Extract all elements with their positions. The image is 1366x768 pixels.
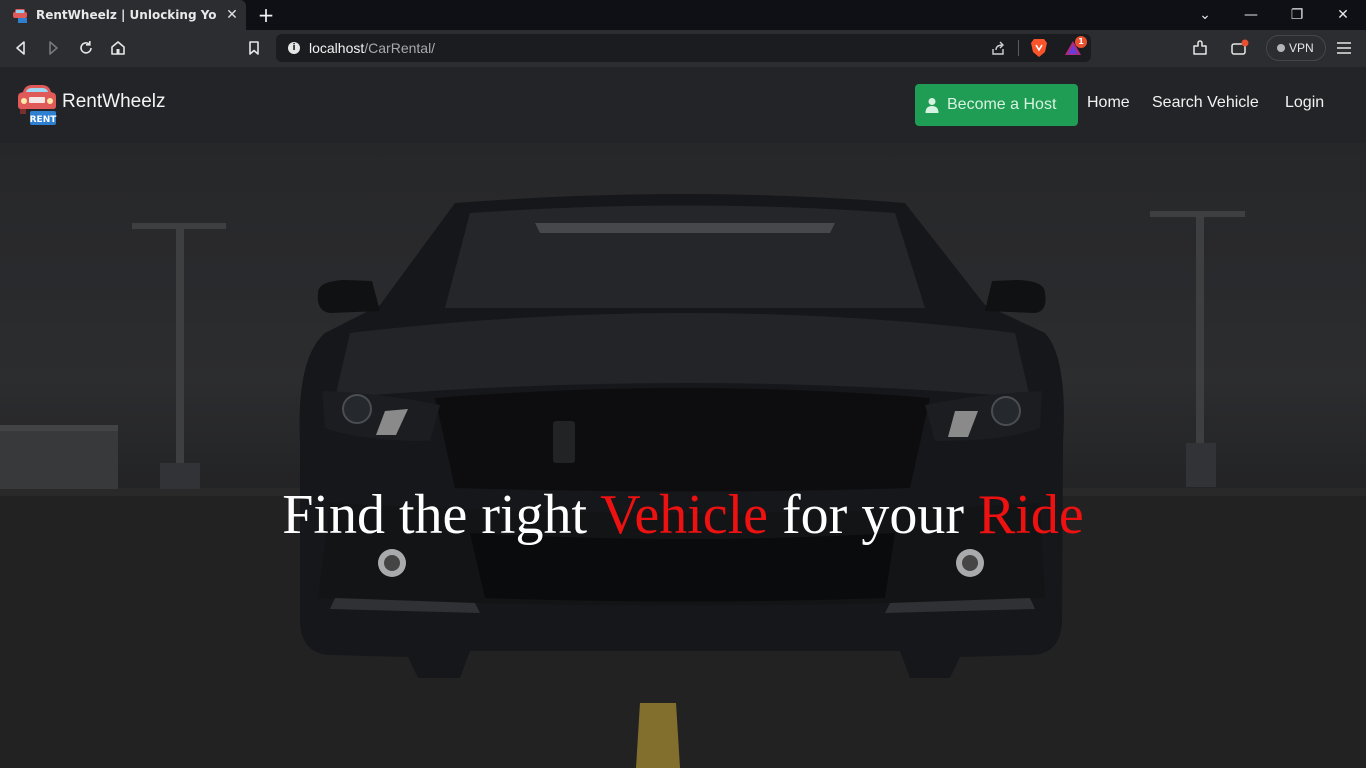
- omnibox-divider: [1018, 40, 1019, 56]
- browser-tab[interactable]: RentWheelz | Unlocking Your Self ✕: [0, 0, 246, 30]
- headline-text-1: Find the right: [282, 484, 601, 546]
- tab-title: RentWheelz | Unlocking Your Self: [36, 8, 216, 22]
- new-tab-button[interactable]: +: [256, 4, 276, 26]
- nav-login[interactable]: Login: [1285, 94, 1324, 112]
- vpn-button[interactable]: VPN: [1266, 35, 1326, 61]
- logo-badge-text: RENT: [30, 115, 58, 125]
- url-path: /CarRental/: [364, 40, 436, 56]
- hero-section: Find the right Vehicle for your Ride: [0, 143, 1366, 768]
- minimize-button[interactable]: —: [1238, 4, 1264, 26]
- rewards-badge: 1: [1075, 36, 1087, 48]
- restore-button[interactable]: ❐: [1284, 4, 1310, 26]
- nav-home[interactable]: Home: [1087, 94, 1130, 112]
- menu-icon[interactable]: [1334, 38, 1354, 58]
- forward-icon[interactable]: [43, 38, 63, 58]
- hero-car-image: [0, 143, 1366, 768]
- share-icon[interactable]: [990, 40, 1006, 56]
- close-window-button[interactable]: ✕: [1330, 4, 1356, 26]
- vpn-label: VPN: [1289, 41, 1314, 55]
- site-navbar: RENT RentWheelz Become a Host Home Searc…: [0, 67, 1366, 143]
- url-host: localhost: [309, 40, 365, 56]
- user-icon: [925, 98, 939, 113]
- car-favicon-icon: [13, 9, 27, 23]
- site-info-icon[interactable]: i: [288, 42, 300, 54]
- become-host-button[interactable]: Become a Host: [915, 84, 1078, 126]
- wallet-icon[interactable]: [1229, 38, 1249, 58]
- hero-headline: Find the right Vehicle for your Ride: [0, 483, 1366, 547]
- extensions-icon[interactable]: [1190, 38, 1210, 58]
- reload-icon[interactable]: [76, 38, 96, 58]
- bookmark-icon[interactable]: [244, 38, 264, 58]
- become-host-label: Become a Host: [947, 96, 1057, 113]
- browser-tab-strip: RentWheelz | Unlocking Your Self ✕ + ⌄ —…: [0, 0, 1366, 30]
- headline-highlight-vehicle: Vehicle: [600, 484, 769, 546]
- brand-name[interactable]: RentWheelz: [62, 91, 166, 113]
- back-icon[interactable]: [11, 38, 31, 58]
- headline-text-2: for your: [768, 484, 978, 546]
- vpn-status-icon: [1277, 44, 1285, 52]
- address-bar[interactable]: i localhost/CarRental/ 1: [276, 34, 1091, 62]
- tab-close-icon[interactable]: ✕: [224, 6, 240, 24]
- home-icon[interactable]: [108, 38, 128, 58]
- tab-search-chevron-icon[interactable]: ⌄: [1192, 4, 1218, 26]
- web-page: RENT RentWheelz Become a Host Home Searc…: [0, 67, 1366, 768]
- url-text: localhost/CarRental/: [309, 40, 435, 56]
- headline-highlight-ride: Ride: [977, 484, 1084, 546]
- nav-search-vehicle[interactable]: Search Vehicle: [1152, 94, 1259, 112]
- browser-toolbar: i localhost/CarRental/ 1 VPN: [0, 30, 1366, 67]
- car-logo-icon[interactable]: RENT: [16, 84, 58, 126]
- brave-shields-icon[interactable]: [1030, 38, 1048, 58]
